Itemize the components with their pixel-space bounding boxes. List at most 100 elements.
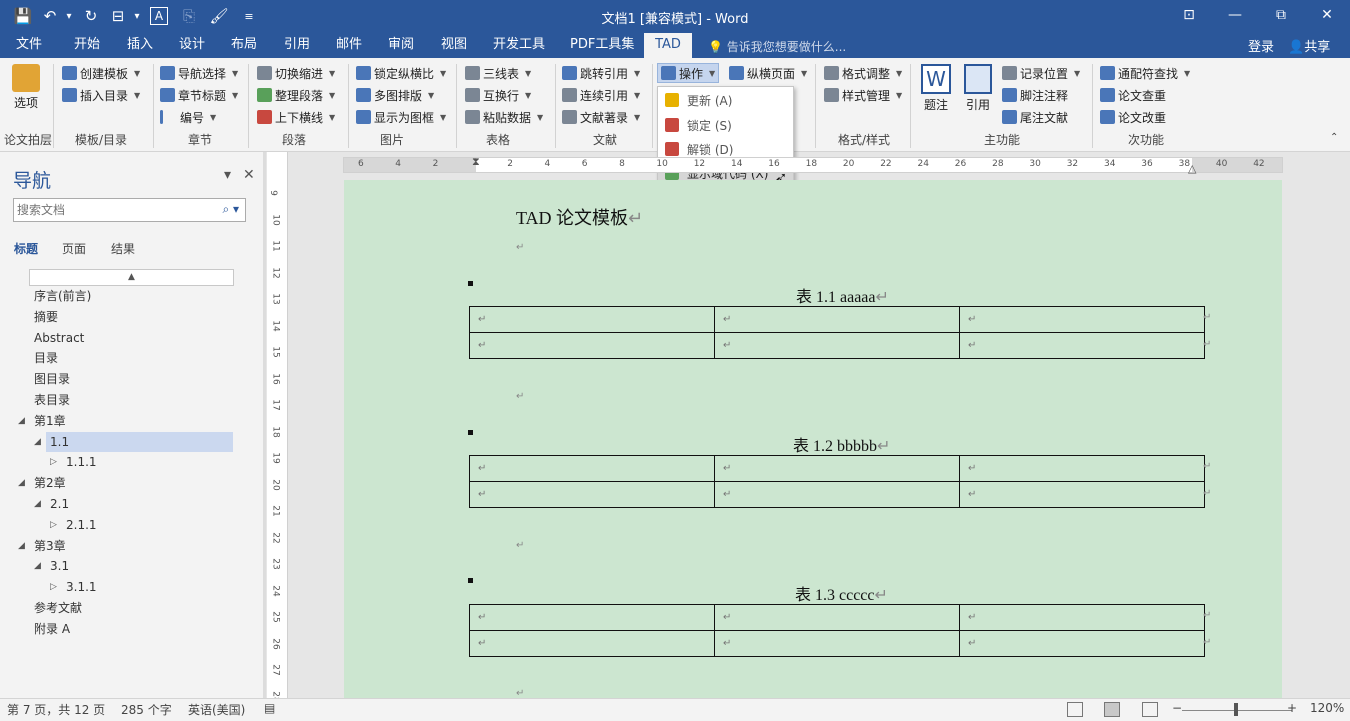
collapse-arrow-icon[interactable]: ◢ bbox=[18, 473, 25, 493]
nav-tree-item[interactable]: 第1章 bbox=[30, 411, 66, 431]
data-table[interactable]: ↵ ↵ ↵ ↵ ↵ ↵ bbox=[469, 306, 1205, 359]
read-mode-icon[interactable] bbox=[1067, 702, 1083, 717]
table-cell[interactable]: ↵ bbox=[959, 455, 1205, 482]
table-cell[interactable]: ↵ bbox=[714, 604, 960, 631]
expand-arrow-icon[interactable]: ▷ bbox=[50, 515, 57, 535]
multi-image-button[interactable]: 多图排版 ▼ bbox=[356, 85, 434, 105]
table-cell[interactable]: ↵ bbox=[959, 481, 1205, 508]
operation-button[interactable]: 操作 ▼ bbox=[657, 63, 720, 83]
expand-arrow-icon[interactable]: ▷ bbox=[50, 452, 57, 472]
document-page[interactable]: TAD 论文模板↵ ↵ 表 1.1 aaaaa↵ ↵ ↵ ↵ ↵ ↵ ↵ ↵ ↵ ↵ 表… bbox=[344, 180, 1282, 698]
nav-tree-item[interactable]: 第3章 bbox=[30, 536, 66, 556]
tell-me-box[interactable]: 💡 告诉我您想要做什么... bbox=[708, 38, 846, 55]
nav-tree-item[interactable]: 表目录 bbox=[30, 390, 70, 410]
expand-arrow-icon[interactable]: ▷ bbox=[50, 577, 57, 597]
table-cell[interactable]: ↵ bbox=[714, 455, 960, 482]
web-layout-icon[interactable] bbox=[1142, 702, 1158, 717]
update-menu-item[interactable]: 更新 (A) bbox=[658, 89, 793, 111]
vertical-ruler[interactable]: 9 10 11 12 13 14 15 16 17 18 19 20 21 22 23 24 25 26 27 28 bbox=[267, 152, 288, 702]
zoom-out-button[interactable]: − bbox=[1172, 701, 1182, 715]
nav-tree-item[interactable]: 2.1.1 bbox=[62, 515, 97, 535]
tab-tad[interactable]: TAD bbox=[644, 33, 692, 58]
footnote-button[interactable]: 脚注注释 bbox=[1002, 85, 1068, 105]
search-icon[interactable]: ⌕ ▾ bbox=[222, 202, 239, 217]
tab-home[interactable]: 开始 bbox=[64, 33, 110, 58]
collapse-arrow-icon[interactable]: ◢ bbox=[18, 536, 25, 556]
table-cell[interactable]: ↵ bbox=[959, 604, 1205, 631]
style-manage-button[interactable]: 样式管理 ▼ bbox=[824, 85, 902, 105]
tidy-paragraph-button[interactable]: 整理段落 ▼ bbox=[257, 85, 335, 105]
login-link[interactable]: 登录 bbox=[1248, 36, 1274, 55]
tab-references[interactable]: 引用 bbox=[274, 33, 320, 58]
close-icon[interactable]: ✕ bbox=[1304, 0, 1350, 30]
nav-tree-item[interactable]: 1.1 bbox=[46, 431, 233, 452]
show-frame-button[interactable]: 显示为图框 ▼ bbox=[356, 107, 446, 127]
tab-file[interactable]: 文件 bbox=[6, 33, 52, 58]
table-cell[interactable]: ↵ bbox=[714, 306, 960, 333]
table-cell[interactable]: ↵ bbox=[714, 332, 960, 359]
tab-mailings[interactable]: 邮件 bbox=[326, 33, 372, 58]
nav-select-button[interactable]: 导航选择 ▼ bbox=[160, 63, 238, 83]
table-cell[interactable]: ↵ bbox=[714, 481, 960, 508]
table-cell[interactable]: ↵ bbox=[469, 306, 715, 333]
restore-icon[interactable]: ⧉ bbox=[1258, 0, 1304, 30]
table-cell[interactable]: ↵ bbox=[714, 630, 960, 657]
paste-data-button[interactable]: 粘贴数据 ▼ bbox=[465, 107, 543, 127]
table-cell[interactable]: ↵ bbox=[469, 630, 715, 657]
landscape-page-button[interactable]: 纵横页面 ▼ bbox=[729, 63, 807, 83]
page-count[interactable]: 第 7 页，共 12 页 bbox=[7, 701, 105, 718]
lock-menu-item[interactable]: 锁定 (S) bbox=[658, 114, 793, 136]
minimize-icon[interactable]: — bbox=[1212, 0, 1258, 30]
nav-tree-item[interactable]: 目录 bbox=[30, 348, 58, 368]
nav-tab-headings[interactable]: 标题 bbox=[14, 240, 38, 257]
nav-tree-item[interactable]: 序言(前言) bbox=[30, 286, 91, 306]
jump-ref-button[interactable]: 跳转引用 ▼ bbox=[562, 63, 640, 83]
nav-tab-pages[interactable]: 页面 bbox=[62, 240, 86, 257]
nav-tree-item[interactable]: 2.1 bbox=[46, 494, 69, 514]
cite-button[interactable]: 引用 bbox=[960, 64, 996, 113]
options-button[interactable]: 选项 bbox=[6, 64, 46, 111]
table-cell[interactable]: ↵ bbox=[959, 630, 1205, 657]
swap-rows-button[interactable]: 互换行 ▼ bbox=[465, 85, 531, 105]
data-table[interactable]: ↵ ↵ ↵ ↵ ↵ ↵ bbox=[469, 455, 1205, 508]
create-template-button[interactable]: 创建模板 ▼ bbox=[62, 63, 140, 83]
collapse-arrow-icon[interactable]: ◢ bbox=[34, 556, 41, 576]
table-cell[interactable]: ↵ bbox=[469, 481, 715, 508]
table-cell[interactable]: ↵ bbox=[959, 306, 1205, 333]
nav-tree-item[interactable]: 1.1.1 bbox=[62, 452, 97, 472]
table-cell[interactable]: ↵ bbox=[469, 604, 715, 631]
rewrite-button[interactable]: 论文改重 bbox=[1100, 107, 1166, 127]
record-position-button[interactable]: 记录位置 ▼ bbox=[1002, 63, 1080, 83]
collapse-all-icon[interactable]: ▲ bbox=[29, 269, 234, 286]
horizontal-ruler[interactable]: 6 4 2 2 4 6 8 10 12 14 16 18 20 22 24 26 28 30 32 34 36 38 40 4… bbox=[343, 155, 1283, 175]
zoom-level[interactable]: 120% bbox=[1310, 701, 1344, 715]
top-bottom-line-button[interactable]: 上下横线 ▼ bbox=[257, 107, 335, 127]
print-layout-icon[interactable] bbox=[1104, 702, 1120, 717]
nav-close-icon[interactable]: ✕ bbox=[243, 167, 255, 183]
numbering-button[interactable]: 编号 ▼ bbox=[160, 107, 216, 127]
table-cell[interactable]: ↵ bbox=[469, 332, 715, 359]
nav-tree-item[interactable]: 3.1.1 bbox=[62, 577, 97, 597]
indent-marker-icon[interactable]: ⧗ bbox=[472, 155, 480, 169]
nav-tree-item[interactable]: 3.1 bbox=[46, 556, 69, 576]
toggle-indent-button[interactable]: 切换缩进 ▼ bbox=[257, 63, 335, 83]
ribbon-display-options-icon[interactable]: ⊡ bbox=[1166, 0, 1212, 30]
pane-splitter[interactable] bbox=[263, 152, 266, 698]
nav-tree-item[interactable]: Abstract bbox=[30, 328, 84, 348]
endnote-button[interactable]: 尾注文献 bbox=[1002, 107, 1068, 127]
tab-layout[interactable]: 布局 bbox=[221, 33, 267, 58]
wildcard-find-button[interactable]: 通配符查找 ▼ bbox=[1100, 63, 1190, 83]
tab-view[interactable]: 视图 bbox=[431, 33, 477, 58]
collapse-arrow-icon[interactable]: ◢ bbox=[18, 411, 25, 431]
bibliography-button[interactable]: 文献著录 ▼ bbox=[562, 107, 640, 127]
word-count[interactable]: 285 个字 bbox=[121, 701, 172, 718]
zoom-slider-thumb[interactable] bbox=[1234, 703, 1238, 716]
collapse-ribbon-icon[interactable]: ⌃ bbox=[1330, 132, 1338, 143]
nav-options-icon[interactable]: ▾ bbox=[224, 167, 231, 183]
lock-aspect-button[interactable]: 锁定纵横比 ▼ bbox=[356, 63, 446, 83]
tab-review[interactable]: 审阅 bbox=[378, 33, 424, 58]
tab-developer[interactable]: 开发工具 bbox=[483, 33, 555, 58]
tab-design[interactable]: 设计 bbox=[169, 33, 215, 58]
data-table[interactable]: ↵ ↵ ↵ ↵ ↵ ↵ bbox=[469, 604, 1205, 657]
right-indent-marker-icon[interactable]: △ bbox=[1188, 162, 1196, 175]
